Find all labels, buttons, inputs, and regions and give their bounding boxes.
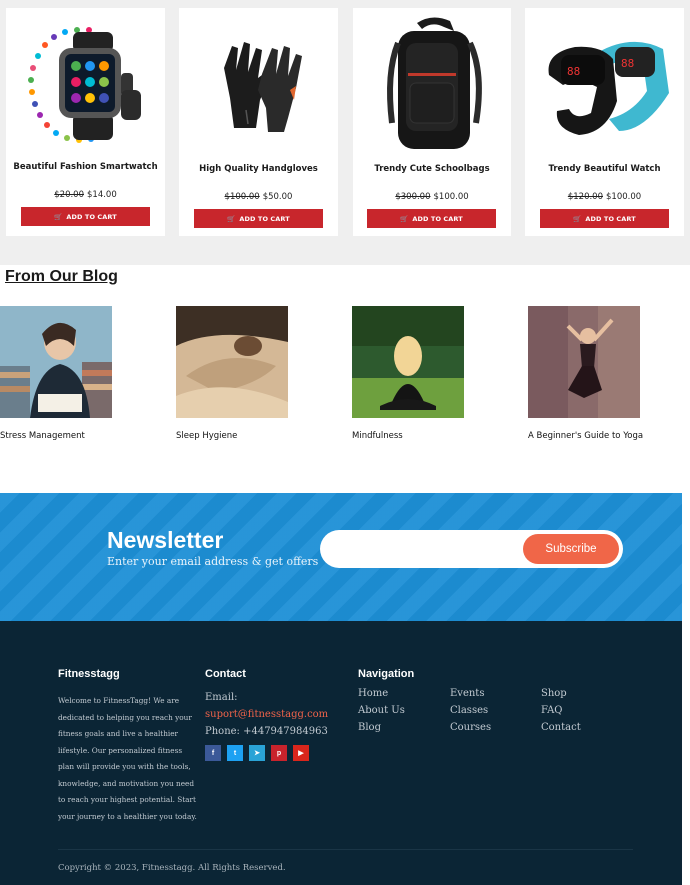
add-to-cart-button[interactable]: 🛒 ADD TO CART — [194, 209, 323, 228]
new-price: $14.00 — [87, 190, 117, 200]
blog-post-card[interactable]: Sleep Hygiene — [176, 306, 336, 441]
telegram-icon[interactable]: ➤ — [249, 745, 265, 761]
product-name[interactable]: Trendy Cute Schoolbags — [353, 164, 511, 174]
blog-post-title[interactable]: Stress Management — [0, 431, 85, 441]
blog-thumbnail-yoga[interactable] — [528, 306, 640, 418]
cart-icon: 🛒 — [573, 214, 582, 223]
svg-text:88: 88 — [567, 65, 580, 78]
page: Beautiful Fashion Smartwatch $20.00 $14.0… — [0, 0, 690, 885]
add-to-cart-button[interactable]: 🛒 ADD TO CART — [21, 207, 150, 226]
footer-divider — [58, 849, 633, 850]
blog-post-card[interactable]: Mindfulness — [352, 306, 512, 441]
newsletter-title: Newsletter — [107, 527, 224, 553]
product-card[interactable]: High Quality Handgloves $100.00 $50.00 🛒 A… — [179, 8, 338, 236]
footer-link-home[interactable]: Home — [358, 688, 388, 699]
cart-icon: 🛒 — [54, 212, 63, 221]
product-name[interactable]: High Quality Handgloves — [179, 164, 338, 174]
old-price: $100.00 — [224, 192, 260, 202]
blog-post-card[interactable]: A Beginner's Guide to Yoga — [528, 306, 688, 441]
new-price: $100.00 — [606, 192, 642, 202]
newsletter-section: Newsletter Enter your email address & ge… — [0, 493, 682, 621]
blog-section-title: From Our Blog — [5, 268, 118, 285]
product-price: $20.00 $14.00 — [6, 190, 165, 200]
product-price: $100.00 $50.00 — [179, 192, 338, 202]
blog-thumbnail-stress[interactable] — [0, 306, 112, 418]
pinterest-icon[interactable]: p — [271, 745, 287, 761]
footer: Fitnesstagg Welcome to FitnessTagg! We a… — [0, 621, 682, 885]
add-to-cart-label: ADD TO CART — [412, 214, 463, 223]
social-links: f t ➤ p ▶ — [205, 745, 309, 761]
add-to-cart-button[interactable]: 🛒 ADD TO CART — [367, 209, 496, 228]
subscribe-button[interactable]: Subscribe — [523, 534, 619, 564]
product-card[interactable]: 88 88 Trendy Beautiful Watch $120.00 $100… — [525, 8, 684, 236]
blog-post-card[interactable]: Stress Management — [0, 306, 160, 441]
old-price: $20.00 — [54, 190, 84, 200]
add-to-cart-label: ADD TO CART — [585, 214, 636, 223]
old-price: $120.00 — [567, 192, 603, 202]
footer-link-blog[interactable]: Blog — [358, 722, 381, 733]
product-image-schoolbag[interactable] — [353, 8, 511, 158]
blog-post-title[interactable]: Sleep Hygiene — [176, 431, 237, 441]
footer-link-contact[interactable]: Contact — [541, 722, 581, 733]
footer-link-classes[interactable]: Classes — [450, 705, 488, 716]
footer-link-shop[interactable]: Shop — [541, 688, 567, 699]
youtube-icon[interactable]: ▶ — [293, 745, 309, 761]
product-card[interactable]: Trendy Cute Schoolbags $300.00 $100.00 🛒 A… — [353, 8, 511, 236]
product-price: $300.00 $100.00 — [353, 192, 511, 202]
product-image-fitness-band[interactable]: 88 88 — [525, 8, 684, 158]
product-price: $120.00 $100.00 — [525, 192, 684, 202]
product-name[interactable]: Trendy Beautiful Watch — [525, 164, 684, 174]
contact-email-label: Email: — [205, 692, 238, 703]
copyright-text: Copyright © 2023, Fitnesstagg. All Right… — [58, 863, 286, 873]
footer-about-heading: Fitnesstagg — [58, 668, 120, 680]
new-price: $50.00 — [262, 192, 293, 202]
blog-thumbnail-mindfulness[interactable] — [352, 306, 464, 418]
newsletter-subtitle: Enter your email address & get offers — [107, 555, 319, 568]
product-image-smartwatch[interactable] — [6, 8, 165, 158]
new-price: $100.00 — [433, 192, 469, 202]
add-to-cart-label: ADD TO CART — [239, 214, 290, 223]
footer-navigation-heading: Navigation — [358, 668, 415, 680]
product-card[interactable]: Beautiful Fashion Smartwatch $20.00 $14.0… — [6, 8, 165, 236]
cart-icon: 🛒 — [400, 214, 409, 223]
blog-post-title[interactable]: Mindfulness — [352, 431, 403, 441]
footer-contact-heading: Contact — [205, 668, 246, 680]
product-image-handgloves[interactable] — [179, 8, 338, 158]
cart-icon: 🛒 — [227, 214, 236, 223]
old-price: $300.00 — [395, 192, 431, 202]
footer-link-courses[interactable]: Courses — [450, 722, 491, 733]
add-to-cart-label: ADD TO CART — [66, 212, 117, 221]
contact-email-link[interactable]: suport@fitnesstagg.com — [205, 709, 328, 720]
footer-about-text: Welcome to FitnessTagg! We are dedicated… — [58, 696, 197, 821]
twitter-icon[interactable]: t — [227, 745, 243, 761]
products-section: Beautiful Fashion Smartwatch $20.00 $14.0… — [0, 0, 690, 265]
blog-thumbnail-sleep[interactable] — [176, 306, 288, 418]
product-name[interactable]: Beautiful Fashion Smartwatch — [6, 162, 165, 172]
facebook-icon[interactable]: f — [205, 745, 221, 761]
contact-phone: Phone: +447947984963 — [205, 726, 328, 737]
svg-text:88: 88 — [621, 57, 634, 70]
footer-link-faq[interactable]: FAQ — [541, 705, 563, 716]
blog-post-title[interactable]: A Beginner's Guide to Yoga — [528, 431, 643, 441]
add-to-cart-button[interactable]: 🛒 ADD TO CART — [540, 209, 669, 228]
footer-link-events[interactable]: Events — [450, 688, 484, 699]
footer-link-about-us[interactable]: About Us — [358, 705, 405, 716]
